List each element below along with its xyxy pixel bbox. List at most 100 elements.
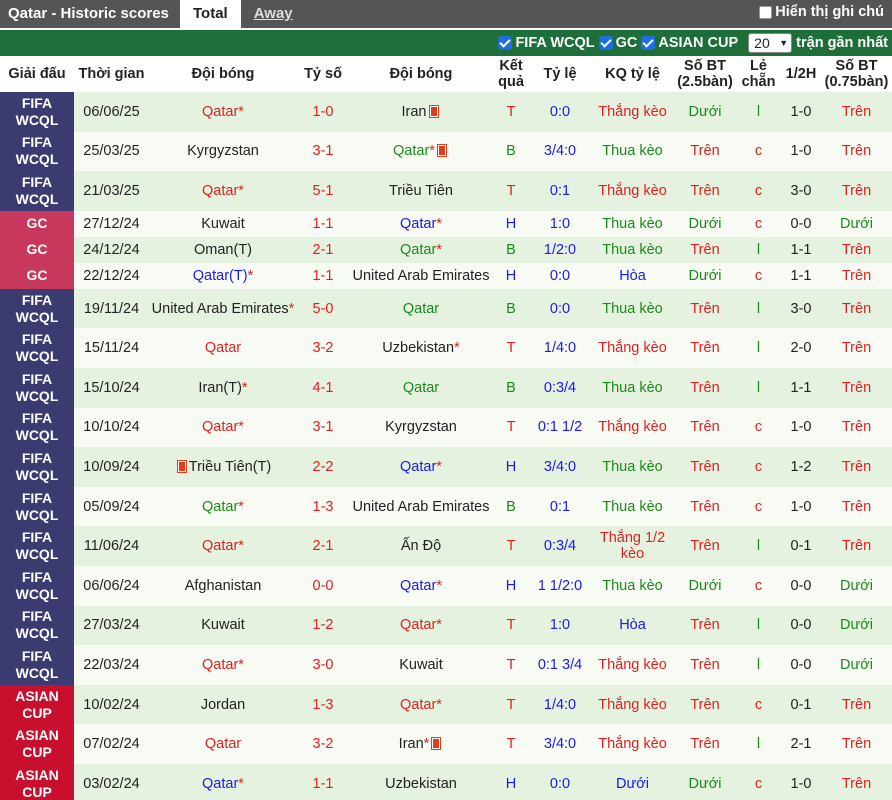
over-under-cell: Trên bbox=[674, 526, 736, 566]
odds-result-cell: Thắng kèo bbox=[591, 724, 674, 764]
checkbox-icon[interactable] bbox=[598, 36, 613, 50]
half-time-cell: 1-0 bbox=[781, 131, 821, 172]
home-team-link[interactable]: Qatar* bbox=[149, 407, 297, 448]
home-team-link[interactable]: Qatar bbox=[149, 328, 297, 368]
star-icon: * bbox=[247, 267, 254, 284]
league-cell: FIFA WCQL bbox=[0, 367, 74, 408]
league-cell: FIFA WCQL bbox=[0, 486, 74, 527]
away-team-link[interactable]: Qatar* bbox=[349, 565, 493, 606]
half-time-cell: 1-1 bbox=[781, 367, 821, 408]
odds-result-cell: Thắng kèo bbox=[591, 171, 674, 211]
home-team-link[interactable]: Qatar* bbox=[149, 763, 297, 800]
home-team-link[interactable]: Oman(T) bbox=[149, 236, 297, 263]
result-cell: H bbox=[493, 447, 529, 487]
col-half: 1/2H bbox=[781, 56, 821, 92]
away-team-link[interactable]: Qatar* bbox=[349, 605, 493, 646]
home-team-link[interactable]: Qatar* bbox=[149, 645, 297, 685]
star-icon: * bbox=[238, 775, 244, 792]
home-team-link[interactable]: Jordan bbox=[149, 684, 297, 725]
away-team-link[interactable]: Uzbekistan bbox=[349, 763, 493, 800]
odd-even-cell: l bbox=[736, 236, 781, 263]
home-team-link[interactable]: Afghanistan bbox=[149, 565, 297, 606]
home-team-link[interactable]: Qatar* bbox=[149, 92, 297, 132]
home-team-link[interactable]: Triều Tiên(T) bbox=[149, 447, 297, 487]
date-cell: 27/03/24 bbox=[74, 605, 149, 646]
away-team-link[interactable]: Ấn Độ bbox=[349, 526, 493, 566]
away-team-link[interactable]: Kuwait bbox=[349, 645, 493, 685]
score-cell: 1-2 bbox=[297, 605, 349, 646]
match-count-select[interactable]: 20 ▼ bbox=[748, 33, 793, 53]
home-team-link[interactable]: Iran(T)* bbox=[149, 367, 297, 408]
away-team-link[interactable]: United Arab Emirates bbox=[349, 486, 493, 527]
score-cell: 3-1 bbox=[297, 131, 349, 172]
away-team-link[interactable]: Qatar bbox=[349, 288, 493, 329]
away-team-link[interactable]: Kyrgyzstan bbox=[349, 407, 493, 448]
half-time-cell: 0-0 bbox=[781, 565, 821, 606]
odds-result-cell: Thua kèo bbox=[591, 486, 674, 527]
away-team-name: United Arab Emirates bbox=[352, 267, 490, 284]
result-cell: T bbox=[493, 724, 529, 764]
odds-result-cell: Thắng kèo bbox=[591, 328, 674, 368]
over-under-cell: Dưới bbox=[674, 262, 736, 289]
star-icon: * bbox=[436, 241, 442, 258]
score-cell: 1-1 bbox=[297, 210, 349, 237]
result-cell: B bbox=[493, 236, 529, 263]
away-team-link[interactable]: Qatar* bbox=[349, 684, 493, 725]
result-cell: B bbox=[493, 131, 529, 172]
away-team-link[interactable]: Uzbekistan* bbox=[349, 328, 493, 368]
star-icon: * bbox=[423, 736, 430, 753]
odds-cell: 0:1 1/2 bbox=[529, 407, 591, 448]
show-hint-toggle[interactable]: Hiển thị ghi chú bbox=[759, 4, 884, 20]
away-team-link[interactable]: Qatar* bbox=[349, 447, 493, 487]
tab-away[interactable]: Away bbox=[241, 0, 306, 28]
odds-cell: 0:1 bbox=[529, 486, 591, 527]
result-cell: B bbox=[493, 367, 529, 408]
away-team-link[interactable]: Iran* bbox=[349, 724, 493, 764]
over-under-cell: Trên bbox=[674, 684, 736, 725]
home-team-link[interactable]: Kuwait bbox=[149, 210, 297, 237]
checkbox-icon[interactable] bbox=[641, 36, 656, 50]
home-team-name: Kyrgyzstan bbox=[187, 143, 259, 160]
tab-total[interactable]: Total bbox=[180, 0, 241, 28]
star-icon: * bbox=[436, 458, 442, 475]
table-row: FIFA WCQL 22/03/24 Qatar* 3-0 Kuwait T 0:1 3/4… bbox=[0, 645, 892, 685]
away-team-link[interactable]: Iran bbox=[349, 92, 493, 132]
result-cell: T bbox=[493, 645, 529, 685]
away-team-link[interactable]: Qatar* bbox=[349, 131, 493, 172]
odds-cell: 3/4:0 bbox=[529, 724, 591, 764]
away-team-link[interactable]: United Arab Emirates bbox=[349, 262, 493, 289]
star-icon: * bbox=[238, 498, 244, 515]
over-under-075-cell: Trên bbox=[821, 486, 892, 527]
away-team-name: Qatar bbox=[402, 379, 440, 396]
home-team-name: Iran(T) bbox=[198, 379, 242, 396]
result-cell: H bbox=[493, 210, 529, 237]
over-under-075-cell: Dưới bbox=[821, 565, 892, 606]
checkbox-icon[interactable] bbox=[498, 36, 513, 50]
over-under-cell: Trên bbox=[674, 367, 736, 408]
away-team-link[interactable]: Triều Tiên bbox=[349, 171, 493, 211]
home-team-link[interactable]: Qatar(T)* bbox=[149, 262, 297, 289]
filter-asian-cup[interactable]: ASIAN CUP bbox=[641, 35, 738, 51]
over-under-cell: Trên bbox=[674, 171, 736, 211]
away-team-link[interactable]: Qatar bbox=[349, 367, 493, 408]
away-team-link[interactable]: Qatar* bbox=[349, 236, 493, 263]
date-cell: 25/03/25 bbox=[74, 131, 149, 172]
recent-label: trận gần nhất bbox=[796, 35, 888, 51]
home-team-link[interactable]: Kyrgyzstan bbox=[149, 131, 297, 172]
filter-gc[interactable]: GC bbox=[598, 35, 637, 51]
home-team-link[interactable]: Kuwait bbox=[149, 605, 297, 646]
away-team-name: Uzbekistan bbox=[382, 340, 455, 357]
home-team-link[interactable]: Qatar bbox=[149, 724, 297, 764]
home-team-link[interactable]: Qatar* bbox=[149, 486, 297, 527]
show-hint-checkbox[interactable] bbox=[759, 5, 773, 19]
away-team-link[interactable]: Qatar* bbox=[349, 210, 493, 237]
over-under-cell: Trên bbox=[674, 447, 736, 487]
filter-bar: FIFA WCQL GC ASIAN CUP 20 ▼ trận gần nhấ… bbox=[0, 30, 892, 56]
away-team-name: Iran bbox=[401, 103, 427, 120]
filter-wcql[interactable]: FIFA WCQL bbox=[498, 35, 595, 51]
home-team-link[interactable]: Qatar* bbox=[149, 526, 297, 566]
home-team-link[interactable]: United Arab Emirates* bbox=[149, 288, 297, 329]
result-cell: T bbox=[493, 92, 529, 132]
odd-even-cell: l bbox=[736, 526, 781, 566]
home-team-link[interactable]: Qatar* bbox=[149, 171, 297, 211]
